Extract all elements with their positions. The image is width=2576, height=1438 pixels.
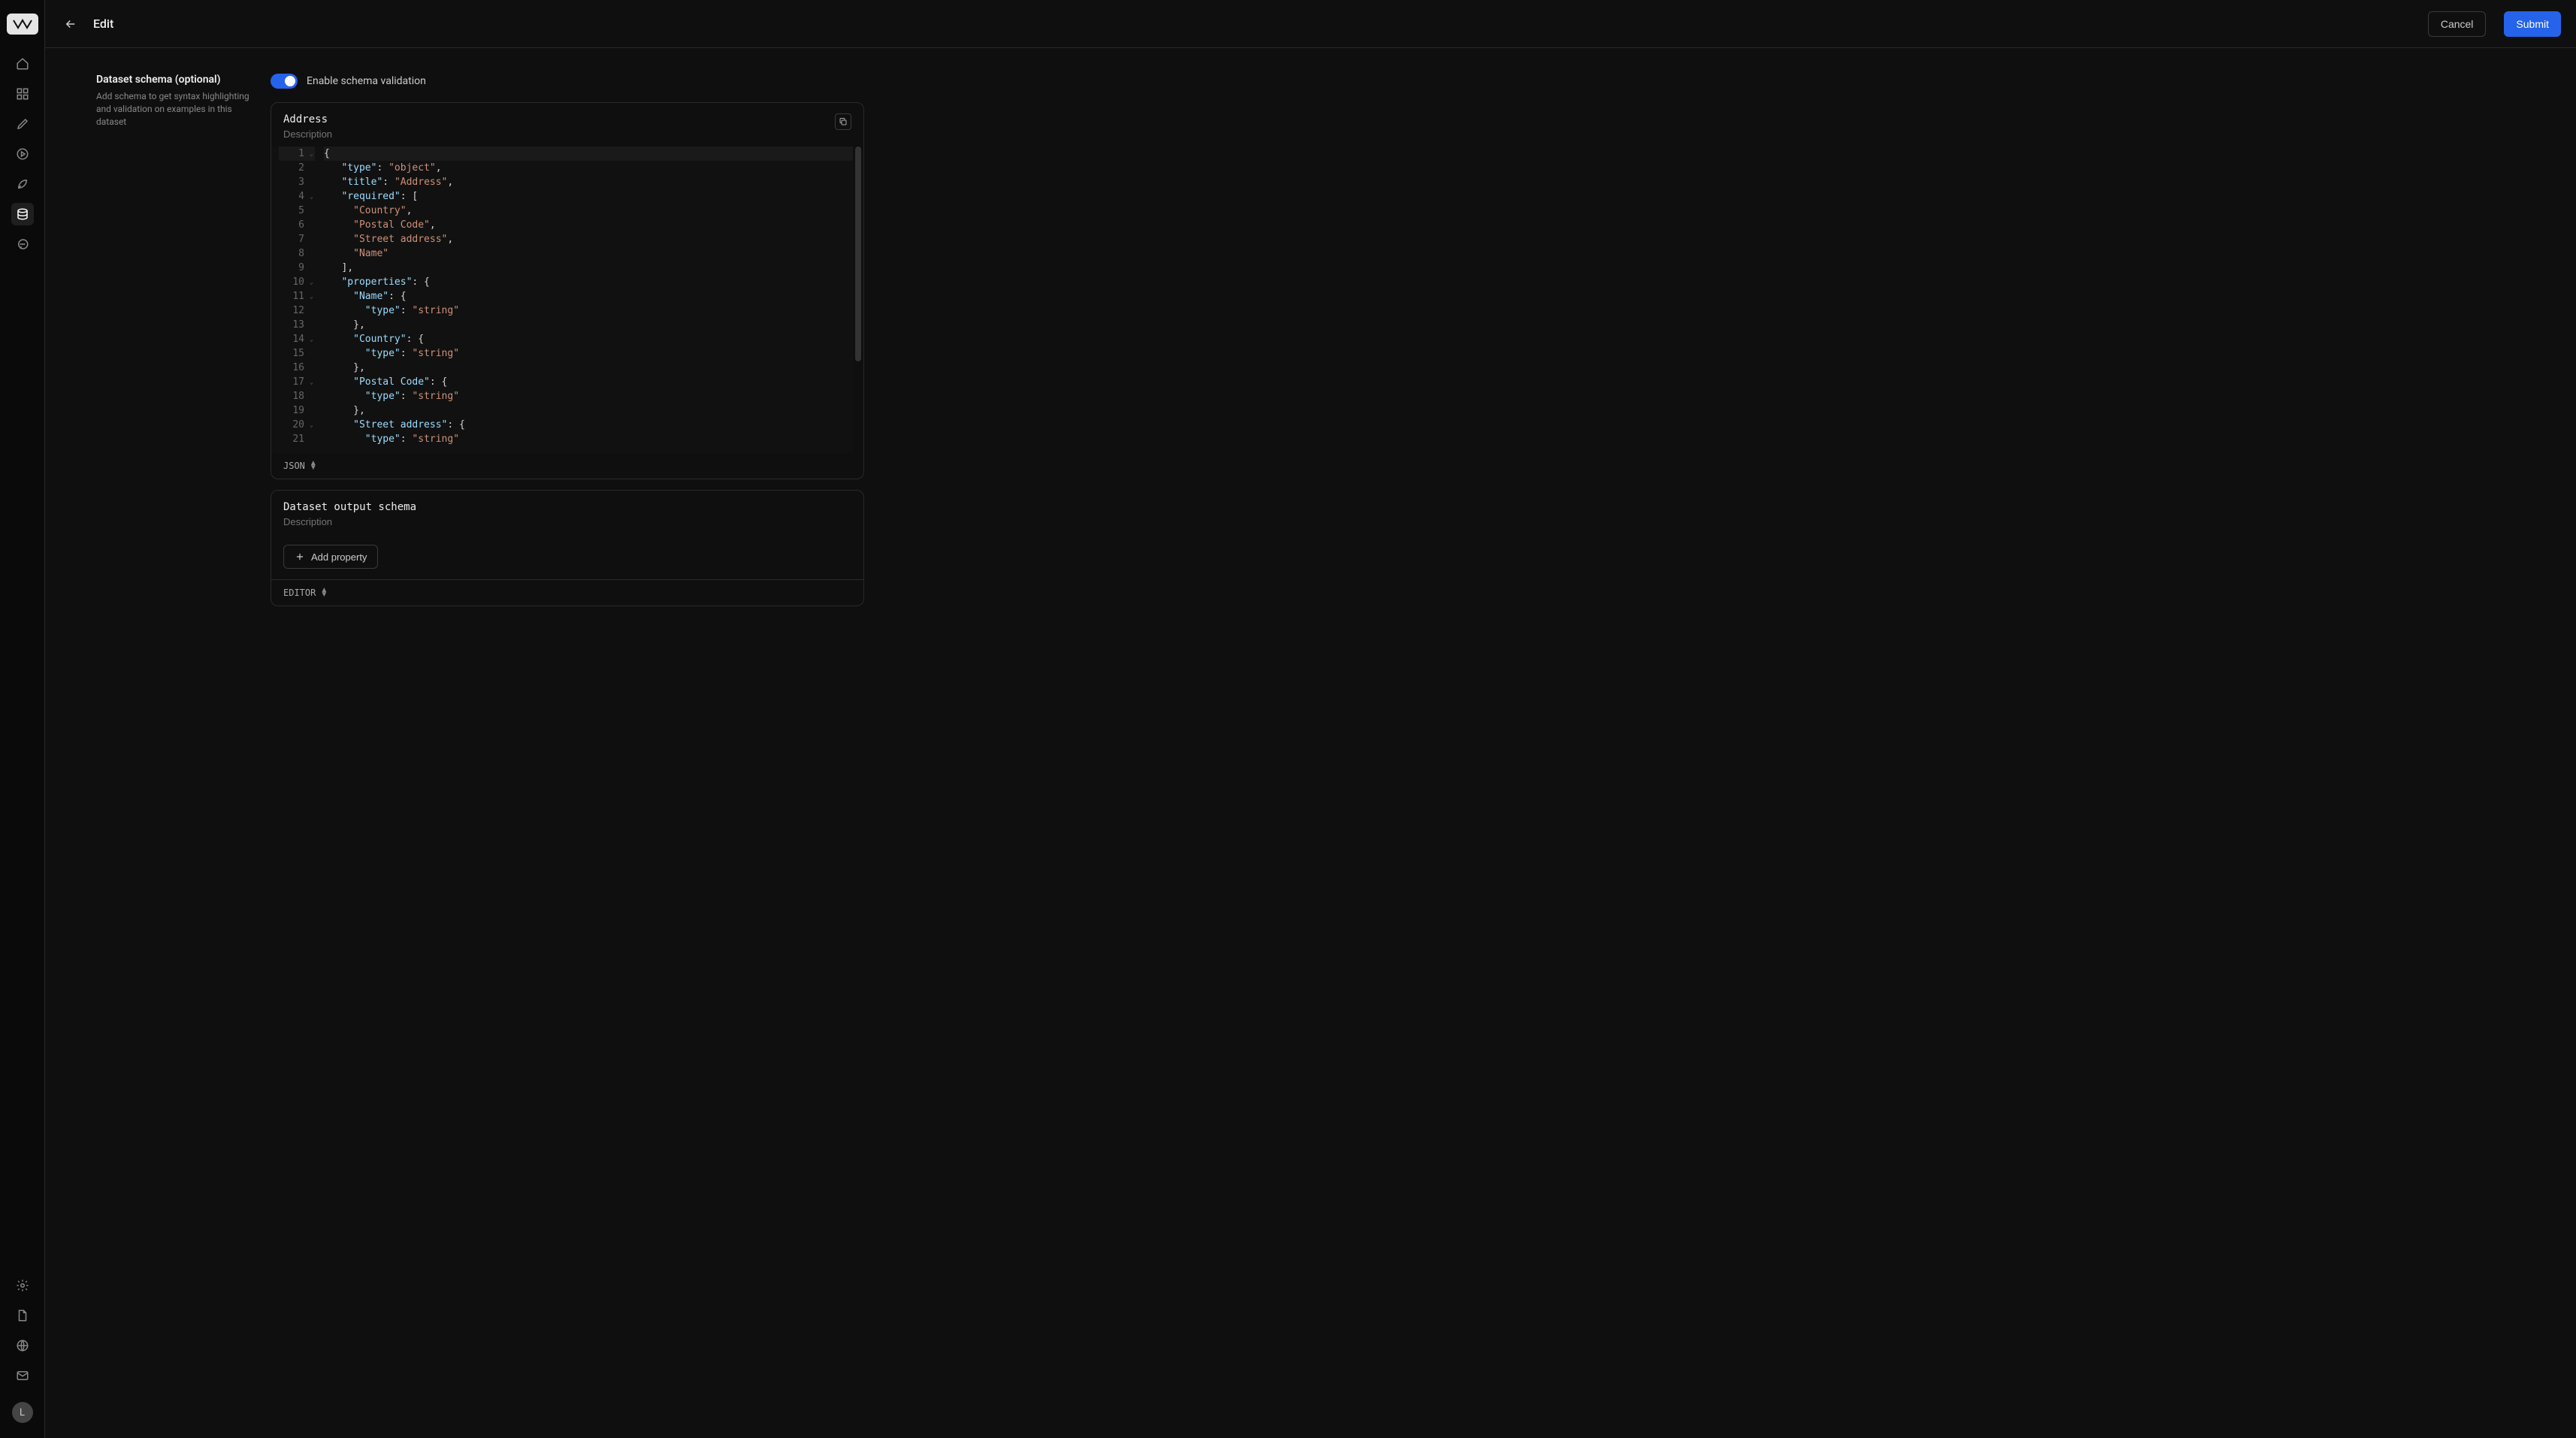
- code-line[interactable]: {: [324, 147, 853, 161]
- code-line[interactable]: "type": "string": [324, 304, 853, 318]
- gutter-line: 11⌄: [279, 289, 315, 304]
- gutter-line: 16: [279, 361, 315, 375]
- chat-icon[interactable]: [11, 233, 34, 255]
- datasets-icon[interactable]: [11, 203, 34, 225]
- code-line[interactable]: },: [324, 361, 853, 375]
- code-line[interactable]: },: [324, 403, 853, 418]
- editor-scrollbar[interactable]: [853, 147, 863, 453]
- gutter-line: 8: [279, 246, 315, 261]
- gutter-line: 19: [279, 403, 315, 418]
- code-line[interactable]: "title": "Address",: [324, 175, 853, 189]
- app-logo[interactable]: [7, 14, 38, 35]
- output-schema-title-input[interactable]: [283, 501, 851, 513]
- avatar[interactable]: L: [12, 1402, 33, 1423]
- topbar: Edit Cancel Submit: [45, 0, 2576, 48]
- mail-icon[interactable]: [11, 1364, 34, 1387]
- code-line[interactable]: "type": "string": [324, 346, 853, 361]
- sort-icon[interactable]: ▲▼: [320, 588, 328, 597]
- fold-chevron-icon[interactable]: ⌄: [307, 289, 313, 304]
- add-property-label: Add property: [311, 551, 367, 563]
- fold-chevron-icon[interactable]: ⌄: [307, 418, 313, 432]
- add-property-button[interactable]: Add property: [283, 545, 378, 569]
- gutter-line: 12: [279, 304, 315, 318]
- sort-icon[interactable]: ▲▼: [310, 461, 317, 470]
- edit-icon[interactable]: [11, 113, 34, 135]
- code-line[interactable]: "type": "object",: [324, 161, 853, 175]
- gutter-line: 9: [279, 261, 315, 275]
- fold-chevron-icon[interactable]: ⌄: [307, 375, 313, 389]
- code-line[interactable]: "required": [: [324, 189, 853, 204]
- gutter-line: 2: [279, 161, 315, 175]
- gutter-line: 1⌄: [279, 147, 315, 161]
- settings-icon[interactable]: [11, 1274, 34, 1297]
- fold-chevron-icon[interactable]: ⌄: [307, 189, 313, 204]
- code-line[interactable]: "Street address",: [324, 232, 853, 246]
- page-title: Edit: [93, 17, 113, 31]
- gutter-line: 13: [279, 318, 315, 332]
- code-line[interactable]: "Name": {: [324, 289, 853, 304]
- gutter-line: 14⌄: [279, 332, 315, 346]
- input-schema-box: 1⌄234⌄5678910⌄11⌄121314⌄151617⌄181920⌄21…: [271, 102, 864, 479]
- code-line[interactable]: "Country",: [324, 204, 853, 218]
- play-icon[interactable]: [11, 143, 34, 165]
- schema-footer-label[interactable]: JSON: [283, 461, 305, 471]
- sidebar: L: [0, 0, 45, 1438]
- gutter-line: 7: [279, 232, 315, 246]
- submit-button[interactable]: Submit: [2504, 11, 2561, 37]
- code-line[interactable]: },: [324, 318, 853, 332]
- section-description: Add schema to get syntax highlighting an…: [96, 90, 252, 128]
- gutter-line: 5: [279, 204, 315, 218]
- code-line[interactable]: "Street address": {: [324, 418, 853, 432]
- rocket-icon[interactable]: [11, 173, 34, 195]
- code-editor[interactable]: 1⌄234⌄5678910⌄11⌄121314⌄151617⌄181920⌄21…: [271, 147, 863, 453]
- gutter-line: 20⌄: [279, 418, 315, 432]
- code-line[interactable]: "type": "string": [324, 432, 853, 446]
- code-line[interactable]: "properties": {: [324, 275, 853, 289]
- gutter-line: 4⌄: [279, 189, 315, 204]
- back-button[interactable]: [60, 14, 81, 35]
- schema-description-input[interactable]: [283, 128, 827, 140]
- code-line[interactable]: "Country": {: [324, 332, 853, 346]
- gutter-line: 10⌄: [279, 275, 315, 289]
- gutter-line: 3: [279, 175, 315, 189]
- gutter-line: 15: [279, 346, 315, 361]
- code-line[interactable]: "Postal Code",: [324, 218, 853, 232]
- document-icon[interactable]: [11, 1304, 34, 1327]
- gutter-line: 21: [279, 432, 315, 446]
- output-schema-description-input[interactable]: [283, 516, 851, 527]
- enable-validation-toggle[interactable]: [271, 74, 298, 89]
- globe-icon[interactable]: [11, 1334, 34, 1357]
- home-icon[interactable]: [11, 53, 34, 75]
- copy-schema-button[interactable]: [835, 113, 851, 130]
- output-schema-footer-label[interactable]: EDITOR: [283, 588, 316, 598]
- gutter-line: 18: [279, 389, 315, 403]
- code-line[interactable]: "type": "string": [324, 389, 853, 403]
- gutter-line: 6: [279, 218, 315, 232]
- fold-chevron-icon[interactable]: ⌄: [307, 275, 313, 289]
- cancel-button[interactable]: Cancel: [2428, 11, 2487, 37]
- fold-chevron-icon[interactable]: ⌄: [307, 147, 313, 161]
- toggle-label: Enable schema validation: [307, 75, 426, 87]
- code-line[interactable]: ],: [324, 261, 853, 275]
- schema-title-input[interactable]: [283, 113, 827, 125]
- code-line[interactable]: "Postal Code": {: [324, 375, 853, 389]
- code-line[interactable]: "Name": [324, 246, 853, 261]
- grid-icon[interactable]: [11, 83, 34, 105]
- output-schema-box: Add property EDITOR ▲▼: [271, 490, 864, 606]
- section-heading: Dataset schema (optional): [96, 74, 252, 86]
- gutter-line: 17⌄: [279, 375, 315, 389]
- fold-chevron-icon[interactable]: ⌄: [307, 332, 313, 346]
